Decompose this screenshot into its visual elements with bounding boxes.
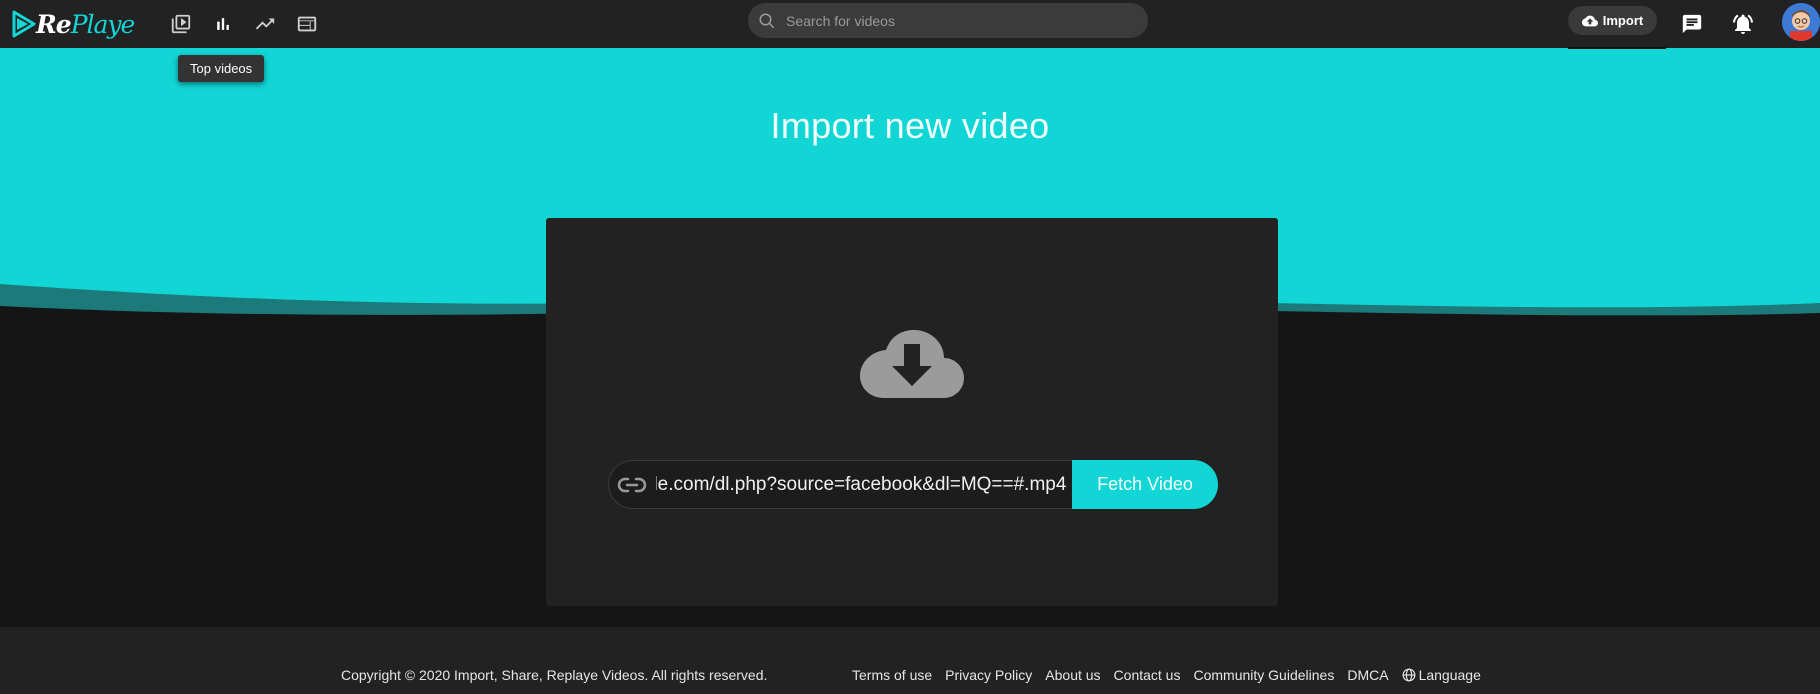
language-link[interactable]: Language [1402, 667, 1481, 683]
video-url-field[interactable] [608, 460, 1073, 509]
import-label: Import [1602, 13, 1644, 28]
cloud-upload-icon [1581, 15, 1598, 26]
chat-icon[interactable] [1677, 9, 1707, 39]
privacy-link[interactable]: Privacy Policy [945, 667, 1032, 683]
search-input[interactable] [784, 11, 1118, 30]
avatar-image [1782, 3, 1820, 41]
search-icon [759, 13, 775, 28]
top-navbar: RePlaye Import [0, 0, 1820, 49]
terms-link[interactable]: Terms of use [852, 667, 932, 683]
web-layout-icon[interactable] [293, 10, 321, 38]
community-guidelines-link[interactable]: Community Guidelines [1193, 667, 1334, 683]
link-icon [617, 477, 647, 492]
import-button[interactable]: Import [1568, 6, 1657, 35]
play-logo-icon [12, 10, 36, 38]
page-title: Import new video [770, 105, 1050, 146]
dmca-link[interactable]: DMCA [1347, 667, 1388, 683]
logo-text: RePlaye [36, 9, 135, 39]
bar-chart-icon[interactable] [209, 10, 237, 38]
cloud-download-icon [860, 328, 964, 403]
copyright-text: Copyright © 2020 Import, Share, Replaye … [341, 667, 768, 683]
video-library-icon[interactable] [167, 10, 195, 38]
contact-link[interactable]: Contact us [1114, 667, 1181, 683]
globe-icon [1402, 668, 1415, 682]
import-card: Fetch Video [546, 218, 1278, 606]
video-url-input[interactable] [656, 473, 1066, 496]
import-active-indicator [1568, 47, 1666, 49]
site-logo[interactable]: RePlaye [12, 8, 135, 40]
url-input-group: Fetch Video [608, 460, 1218, 509]
fetch-video-button[interactable]: Fetch Video [1072, 460, 1218, 509]
search-bar[interactable] [748, 3, 1148, 38]
footer-links: Terms of use Privacy Policy About us Con… [852, 667, 1481, 683]
footer: Copyright © 2020 Import, Share, Replaye … [0, 627, 1820, 694]
language-label: Language [1418, 667, 1481, 683]
top-videos-tooltip: Top videos [178, 55, 265, 82]
notifications-icon[interactable] [1728, 9, 1758, 39]
trending-icon[interactable] [251, 10, 279, 38]
about-link[interactable]: About us [1045, 667, 1100, 683]
user-avatar[interactable] [1782, 3, 1820, 41]
